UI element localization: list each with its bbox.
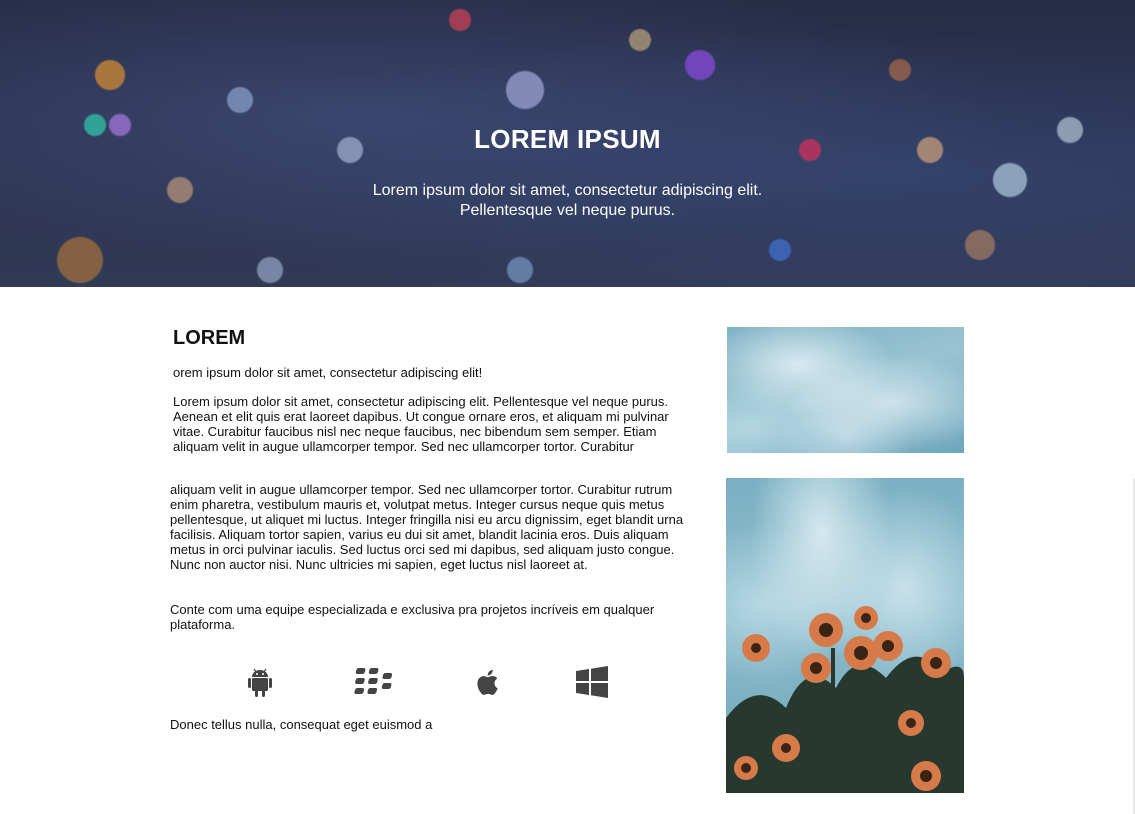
- windows-icon: [574, 664, 610, 700]
- sunflowers-image: [726, 478, 964, 793]
- android-icon: [242, 664, 278, 700]
- section-heading: LOREM: [173, 327, 246, 349]
- hero-title: LOREM IPSUM: [474, 124, 661, 154]
- lead-text: orem ipsum dolor sit amet, consectetur a…: [173, 365, 483, 380]
- hero-subtitle: Lorem ipsum dolor sit amet, consectetur …: [0, 181, 1135, 221]
- hero-banner: LOREM IPSUM Lorem ipsum dolor sit amet, …: [0, 0, 1135, 287]
- paragraph-1: Lorem ipsum dolor sit amet, consectetur …: [173, 394, 669, 454]
- paragraph-3: Conte com uma equipe especializada e exc…: [170, 602, 655, 632]
- footer-text: Donec tellus nulla, consequat eget euism…: [170, 717, 433, 732]
- sky-clouds-image: [727, 327, 964, 453]
- apple-icon: [470, 664, 506, 700]
- hero-subtitle-line1: Lorem ipsum dolor sit amet, consectetur …: [372, 182, 763, 199]
- blackberry-icon: [348, 664, 393, 700]
- platform-icons: [240, 664, 620, 704]
- hero-subtitle-line2: Pellentesque vel neque purus.: [459, 202, 676, 219]
- paragraph-2: aliquam velit in augue ullamcorper tempo…: [170, 482, 684, 572]
